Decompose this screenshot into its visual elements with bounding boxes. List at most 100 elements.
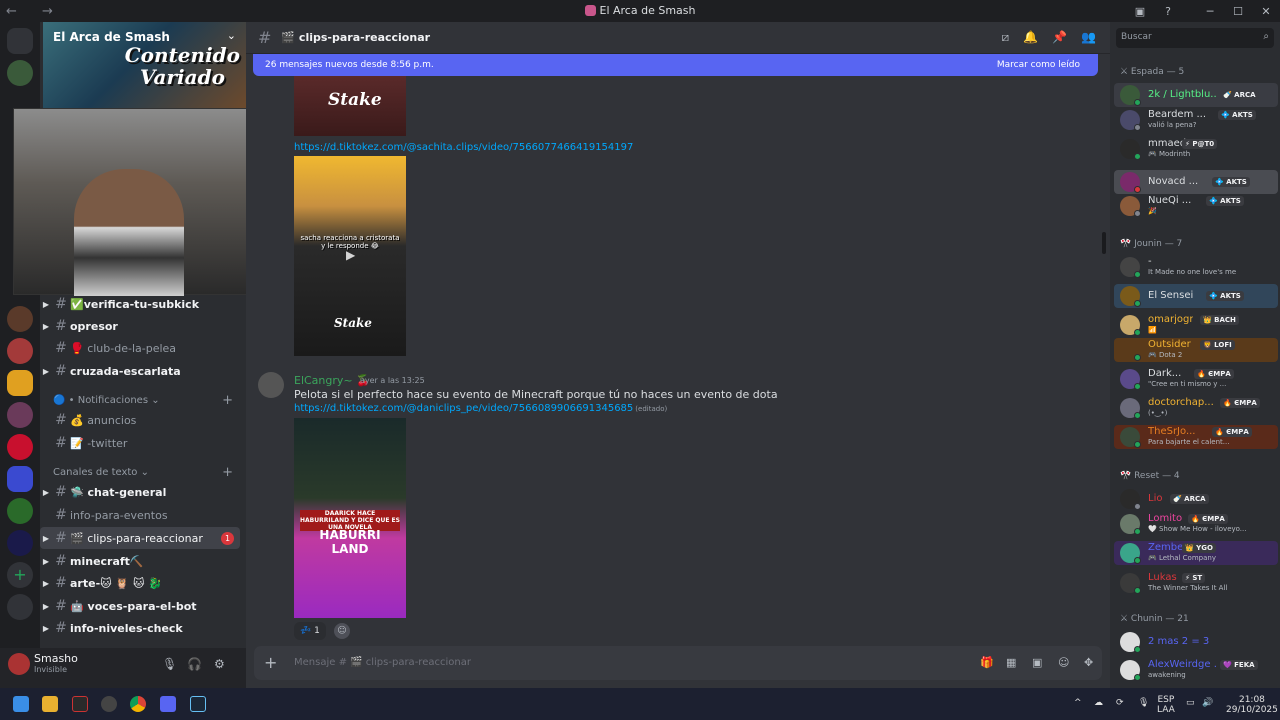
add-server-icon[interactable]: +	[7, 562, 33, 588]
member-item[interactable]: Lio 🍼 ARCA	[1114, 487, 1278, 511]
channel-item[interactable]: # 📝 -twitter	[40, 432, 240, 454]
channel-item[interactable]: ▶ # info-niveles-check	[40, 617, 240, 639]
channel-item[interactable]: ▶ # ✅verifica-tu-subkick	[40, 293, 240, 315]
category-notifications[interactable]: 🔵 • Notificaciones ⌄ +	[53, 393, 243, 408]
member-item[interactable]: - It Made no one love's me	[1114, 255, 1278, 279]
server-icon[interactable]	[7, 60, 33, 86]
server-icon[interactable]	[7, 498, 33, 524]
search-input[interactable]: Buscar	[1121, 32, 1152, 42]
sticker-icon[interactable]: ▣	[1032, 656, 1042, 669]
user-name[interactable]: Smasho	[34, 652, 78, 665]
reaction-chip[interactable]: 💤 1	[294, 622, 326, 640]
chevron-down-icon[interactable]: ⌄	[227, 29, 236, 42]
settings-gear-icon[interactable]: ⚙	[214, 657, 225, 671]
apps-icon[interactable]: ✥	[1084, 656, 1093, 669]
sync-icon[interactable]: ⟳	[1116, 698, 1124, 708]
member-item[interactable]: Outsider 🦁 LOFI 🎮 Dota 2	[1114, 338, 1278, 362]
member-item[interactable]: Lomito 🔥 ЄΜΡΑ 🤍 Show Me How - iloveyo...	[1114, 512, 1278, 536]
member-item[interactable]: Zembe 👑 YGO 🎮 Lethal Company	[1114, 541, 1278, 565]
channel-item[interactable]: # info-para-eventos	[40, 504, 240, 526]
gif-icon[interactable]: ▦	[1006, 656, 1016, 669]
bell-icon[interactable]: 🔔	[1023, 30, 1038, 45]
language-indicator[interactable]: ESP LAA	[1157, 695, 1175, 715]
minimize-button[interactable]: ─	[1196, 5, 1224, 18]
video-thumbnail[interactable]: sacha reacciona a cristorata y le respon…	[294, 156, 406, 356]
video-thumbnail[interactable]: Stake	[294, 76, 406, 136]
video-thumbnail[interactable]: DAARICK HACE HABURRILAND Y DICE QUE ES U…	[294, 418, 406, 618]
server-icon[interactable]	[7, 402, 33, 428]
microphone-icon[interactable]: 🎙	[162, 657, 177, 671]
member-item[interactable]: Dark... 🔥 ЄΜΡΑ "Cree en ti mismo y ...	[1114, 367, 1278, 391]
headset-icon[interactable]: 🎧	[187, 657, 202, 671]
member-item[interactable]: Lukas ⚡ ST The Winner Takes It All	[1114, 571, 1278, 595]
add-channel-icon[interactable]: +	[222, 393, 233, 408]
server-name[interactable]: El Arca de Smash	[53, 30, 170, 44]
explore-icon[interactable]	[7, 594, 33, 620]
server-banner[interactable]: El Arca de Smash ⌄ Contenido Variado	[43, 22, 246, 108]
channel-item[interactable]: ▶ # cruzada-escarlata	[40, 360, 240, 382]
message-author[interactable]: ElCangry~ 🍒	[294, 374, 370, 387]
channel-item[interactable]: ▶ # minecraft⛏️	[40, 550, 240, 572]
avatar[interactable]	[8, 653, 30, 675]
mark-as-read-button[interactable]: Marcar como leído	[997, 60, 1080, 70]
member-item[interactable]: Novacd ... 💠 AKTS	[1114, 170, 1278, 194]
close-button[interactable]: ✕	[1252, 5, 1280, 18]
member-item[interactable]: AlexWeirdge ... 💜 FEKA awakening	[1114, 658, 1278, 682]
network-icon[interactable]: ▭	[1186, 698, 1195, 708]
server-icon[interactable]	[7, 338, 33, 364]
member-item[interactable]: El Sensei 💠 AKTS	[1114, 284, 1278, 308]
author-name[interactable]: ElCangry~	[294, 374, 353, 387]
discord-icon[interactable]	[160, 696, 176, 712]
add-channel-icon[interactable]: +	[222, 465, 233, 480]
member-item[interactable]: NueQi ... 💠 AKTS 🎉	[1114, 194, 1278, 218]
scrollbar-thumb[interactable]	[1102, 232, 1106, 254]
threads-icon[interactable]: ⧄	[1002, 30, 1010, 45]
pin-icon[interactable]: 📌	[1052, 30, 1067, 45]
add-reaction-icon[interactable]: ☺	[334, 623, 350, 639]
gift-icon[interactable]: 🎁	[980, 656, 994, 669]
cloud-icon[interactable]: ☁	[1094, 698, 1103, 708]
avatar[interactable]	[258, 372, 284, 398]
channel-item[interactable]: # 💰 anuncios	[40, 409, 240, 431]
message-input[interactable]: Mensaje # 🎬 clips-para-reaccionar	[294, 657, 471, 668]
clock[interactable]: 21:08 29/10/2025	[1226, 695, 1278, 715]
search-icon[interactable]: ⌕	[1263, 31, 1269, 42]
server-icon[interactable]	[7, 434, 33, 460]
chrome-icon[interactable]	[130, 696, 146, 712]
member-item[interactable]: 2k / Lightblu... 🍼 ARCA	[1114, 83, 1278, 107]
message-link[interactable]: https://d.tiktokez.com/@daniclips_pe/vid…	[294, 403, 633, 414]
volume-icon[interactable]: 🔊	[1202, 698, 1213, 708]
server-icon[interactable]	[7, 306, 33, 332]
message-link[interactable]: https://d.tiktokez.com/@sachita.clips/vi…	[294, 142, 633, 153]
app-icon[interactable]	[101, 696, 117, 712]
server-icon[interactable]	[7, 530, 33, 556]
member-item[interactable]: Beardem ... 💠 AKTS valió la pena?	[1114, 108, 1278, 132]
folder-icon[interactable]	[7, 466, 33, 492]
emoji-icon[interactable]: ☺	[1058, 656, 1069, 669]
chevron-up-icon[interactable]: ^	[1074, 698, 1082, 708]
microphone-icon[interactable]: 🎙	[1138, 698, 1149, 708]
steam-icon[interactable]	[190, 696, 206, 712]
member-item[interactable]: omarjogr 👑 BACH 📶	[1114, 313, 1278, 337]
channel-item[interactable]: ▶ # 🛸 chat-general	[40, 481, 240, 503]
category-text-channels[interactable]: Canales de texto ⌄ +	[53, 465, 243, 480]
attach-plus-icon[interactable]: +	[264, 653, 277, 672]
channel-item[interactable]: ▶ # opresor	[40, 315, 240, 337]
file-explorer-icon[interactable]	[42, 696, 58, 712]
member-item[interactable]: TheSrJo... 🔥 ЄΜΡΑ Para bajarte el calent..…	[1114, 425, 1278, 449]
members-icon[interactable]: 👥	[1081, 30, 1096, 45]
channel-item[interactable]: # 🥊 club-de-la-pelea	[40, 337, 240, 359]
discord-home-icon[interactable]	[7, 28, 33, 54]
app-icon[interactable]	[72, 696, 88, 712]
search-box[interactable]: Buscar ⌕	[1116, 28, 1274, 48]
member-item[interactable]: doctorchap... 🔥 ЄΜΡΑ (•‿•)	[1114, 396, 1278, 420]
help-icon[interactable]: ?	[1154, 5, 1182, 18]
inbox-icon[interactable]: ▣	[1126, 5, 1154, 18]
member-item[interactable]: 2 mas 2 = 3	[1114, 630, 1278, 654]
server-icon[interactable]	[7, 370, 33, 396]
windows-start-icon[interactable]	[13, 696, 29, 712]
new-messages-bar[interactable]: 26 mensajes nuevos desde 8:56 p.m. Marca…	[253, 54, 1098, 76]
member-item[interactable]: mmaed ⚡ P@T0 🎮 Modrinth	[1114, 137, 1278, 161]
channel-item[interactable]: ▶ # 🤖 voces-para-el-bot	[40, 595, 240, 617]
message-composer[interactable]: + Mensaje # 🎬 clips-para-reaccionar 🎁 ▦ …	[254, 646, 1102, 680]
